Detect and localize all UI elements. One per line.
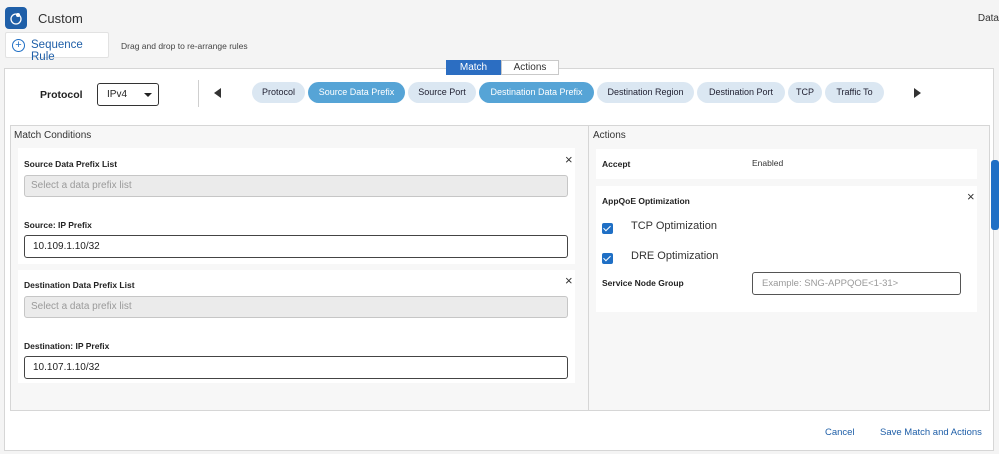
scroll-right-icon[interactable] bbox=[914, 88, 921, 98]
policy-icon bbox=[5, 7, 27, 29]
service-node-group-label: Service Node Group bbox=[602, 278, 684, 288]
cancel-button[interactable]: Cancel bbox=[825, 427, 855, 438]
scrollbar[interactable] bbox=[991, 160, 999, 230]
page-title: Custom bbox=[38, 11, 83, 26]
dre-optimization-label: DRE Optimization bbox=[631, 250, 719, 262]
close-icon[interactable]: × bbox=[565, 274, 573, 287]
tab-actions[interactable]: Actions bbox=[501, 60, 559, 75]
chip-traffic-to[interactable]: Traffic To bbox=[825, 82, 884, 103]
source-ip-input[interactable]: 10.109.1.10/32 bbox=[24, 235, 568, 258]
plus-icon: + bbox=[12, 39, 25, 52]
add-sequence-rule-button[interactable]: + Sequence Rule bbox=[5, 32, 109, 63]
save-match-and-actions-button[interactable]: Save Match and Actions bbox=[880, 427, 982, 438]
destination-list-label: Destination Data Prefix List bbox=[24, 280, 135, 290]
appqoe-title: AppQoE Optimization bbox=[602, 196, 690, 206]
chip-source-data-prefix[interactable]: Source Data Prefix bbox=[308, 82, 405, 103]
scroll-left-icon[interactable] bbox=[214, 88, 221, 98]
chip-destination-region[interactable]: Destination Region bbox=[597, 82, 694, 103]
sequence-bar: + Sequence Rule Drag and drop to re-arra… bbox=[0, 32, 999, 63]
source-ip-label: Source: IP Prefix bbox=[24, 220, 92, 230]
actions-title: Actions bbox=[593, 130, 626, 141]
match-actions-toggle: Match Actions bbox=[446, 60, 559, 75]
close-icon[interactable]: × bbox=[967, 190, 975, 203]
destination-ip-input[interactable]: 10.107.1.10/32 bbox=[24, 356, 568, 379]
source-prefix-list-select[interactable]: Select a data prefix list bbox=[24, 175, 568, 197]
tab-match[interactable]: Match bbox=[446, 60, 501, 75]
service-node-group-input[interactable]: Example: SNG-APPQOE<1-31> bbox=[752, 272, 961, 295]
chip-destination-data-prefix[interactable]: Destination Data Prefix bbox=[479, 82, 594, 103]
chip-destination-port[interactable]: Destination Port bbox=[697, 82, 785, 103]
accept-label: Accept bbox=[602, 159, 631, 169]
accept-value: Enabled bbox=[752, 158, 784, 168]
protocol-select[interactable]: IPv4 bbox=[97, 83, 159, 106]
tcp-optimization-checkbox[interactable] bbox=[602, 223, 613, 234]
destination-prefix-list-select[interactable]: Select a data prefix list bbox=[24, 296, 568, 318]
chip-protocol[interactable]: Protocol bbox=[252, 82, 305, 103]
close-icon[interactable]: × bbox=[565, 153, 573, 166]
top-right-label: Data bbox=[977, 13, 999, 24]
protocol-label: Protocol bbox=[40, 89, 83, 101]
chip-tcp[interactable]: TCP bbox=[788, 82, 822, 103]
source-list-label: Source Data Prefix List bbox=[24, 159, 118, 169]
accept-card bbox=[596, 149, 977, 179]
drag-hint: Drag and drop to re-arrange rules bbox=[121, 41, 248, 51]
destination-ip-label: Destination: IP Prefix bbox=[24, 341, 110, 351]
sequence-rule-label: Sequence Rule bbox=[31, 39, 83, 63]
chip-source-port[interactable]: Source Port bbox=[408, 82, 476, 103]
match-conditions-title: Match Conditions bbox=[14, 130, 92, 141]
dre-optimization-checkbox[interactable] bbox=[602, 253, 613, 264]
protocol-value: IPv4 bbox=[107, 89, 128, 100]
tcp-optimization-label: TCP Optimization bbox=[631, 220, 717, 232]
top-bar: Custom Data bbox=[0, 0, 999, 32]
caret-down-icon bbox=[144, 93, 152, 97]
divider bbox=[198, 80, 199, 107]
